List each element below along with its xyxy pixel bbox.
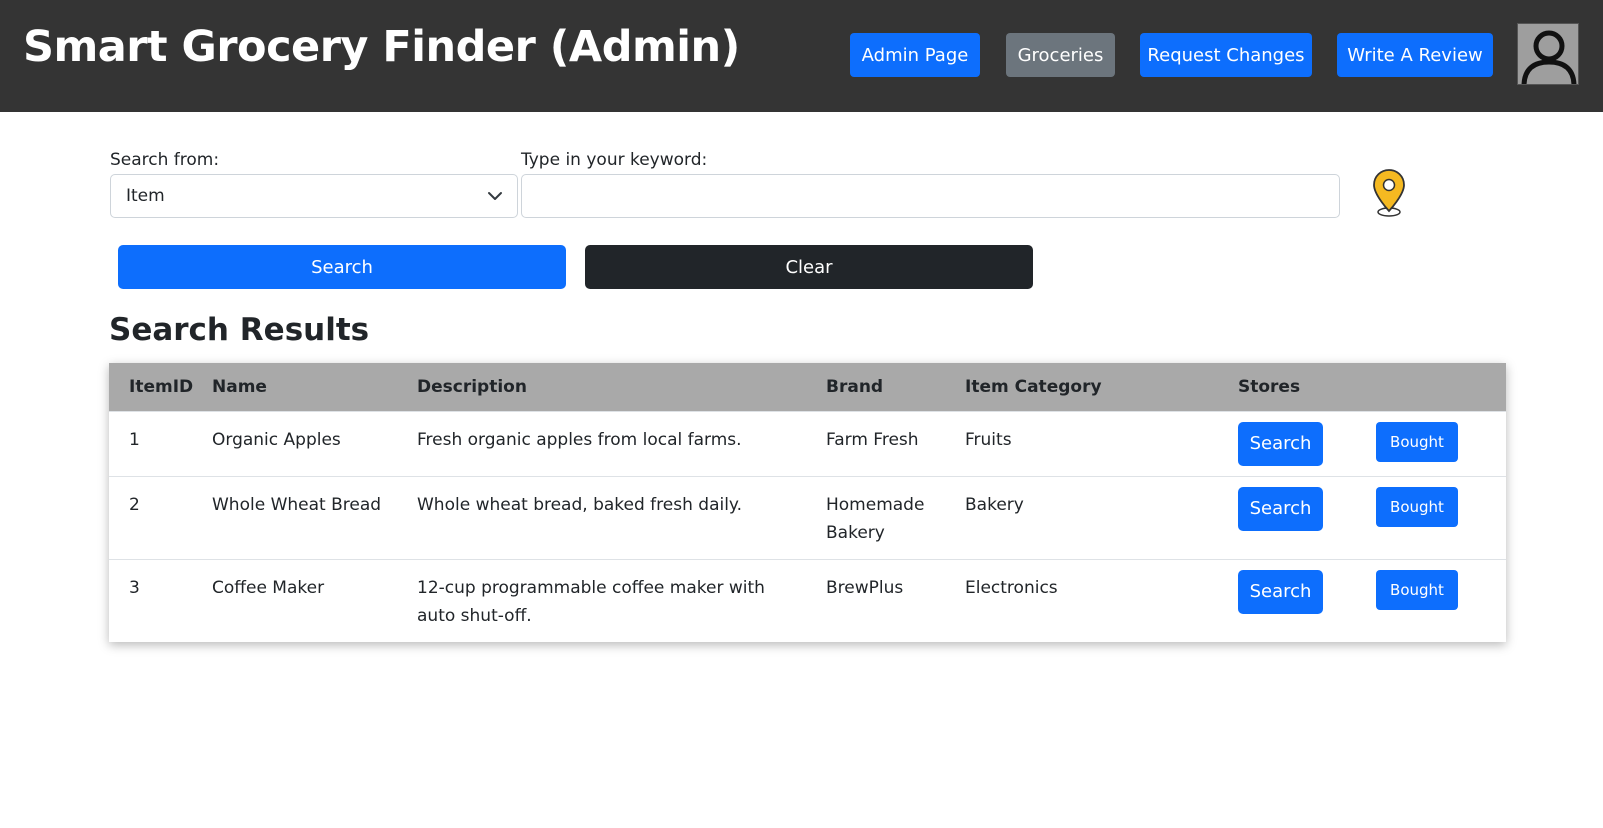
cell-actions: Bought: [1356, 475, 1506, 559]
results-table: ItemID Name Description Brand Item Categ…: [109, 363, 1506, 642]
row-search-button[interactable]: Search: [1238, 569, 1323, 614]
cell-name: Organic Apples: [192, 410, 397, 476]
keyword-input[interactable]: [521, 174, 1340, 218]
top-navbar: Smart Grocery Finder (Admin) Admin Page …: [0, 0, 1603, 112]
keyword-label: Type in your keyword:: [521, 150, 708, 170]
groceries-button[interactable]: Groceries: [1006, 33, 1115, 77]
cell-actions: Bought: [1356, 558, 1506, 642]
cell-itemid: 2: [109, 475, 192, 559]
table-row: 1 Organic Apples Fresh organic apples fr…: [109, 410, 1506, 476]
cell-brand: Homemade Bakery: [806, 475, 945, 559]
row-search-button[interactable]: Search: [1238, 421, 1323, 466]
results-title: Search Results: [109, 312, 370, 348]
admin-page-button[interactable]: Admin Page: [850, 33, 980, 77]
cell-category: Electronics: [945, 558, 1218, 642]
cell-itemid: 3: [109, 558, 192, 642]
table-row: 2 Whole Wheat Bread Whole wheat bread, b…: [109, 475, 1506, 559]
chevron-down-icon: [488, 192, 502, 200]
search-button[interactable]: Search: [118, 245, 566, 289]
column-header-name: Name: [212, 376, 267, 397]
cell-stores: Search: [1218, 475, 1356, 559]
cell-itemid: 1: [109, 410, 192, 476]
column-header-brand: Brand: [826, 376, 884, 397]
location-pin-icon[interactable]: [1371, 168, 1407, 218]
user-avatar-icon[interactable]: [1517, 23, 1579, 85]
search-from-value: Item: [126, 186, 165, 206]
app-title: Smart Grocery Finder (Admin): [23, 22, 740, 72]
column-header-itemid: ItemID: [129, 376, 194, 397]
table-row: 3 Coffee Maker 12-cup programmable coffe…: [109, 558, 1506, 642]
search-from-label: Search from:: [110, 150, 220, 170]
search-from-select[interactable]: Item: [110, 174, 518, 218]
column-header-actions: [1356, 363, 1506, 411]
cell-name: Coffee Maker: [192, 558, 397, 642]
clear-button[interactable]: Clear: [585, 245, 1033, 289]
cell-category: Bakery: [945, 475, 1218, 559]
cell-category: Fruits: [945, 410, 1218, 476]
request-changes-button[interactable]: Request Changes: [1140, 33, 1312, 77]
row-bought-button[interactable]: Bought: [1376, 569, 1458, 610]
cell-brand: Farm Fresh: [806, 410, 945, 476]
cell-brand: BrewPlus: [806, 558, 945, 642]
row-bought-button[interactable]: Bought: [1376, 421, 1458, 462]
row-search-button[interactable]: Search: [1238, 486, 1323, 531]
cell-actions: Bought: [1356, 410, 1506, 476]
row-bought-button[interactable]: Bought: [1376, 486, 1458, 527]
results-table-container: ItemID Name Description Brand Item Categ…: [109, 363, 1506, 642]
cell-description: Fresh organic apples from local farms.: [397, 410, 806, 476]
column-header-stores: Stores: [1238, 376, 1301, 397]
cell-description: Whole wheat bread, baked fresh daily.: [397, 475, 806, 559]
cell-stores: Search: [1218, 558, 1356, 642]
write-review-button[interactable]: Write A Review: [1337, 33, 1493, 77]
cell-name: Whole Wheat Bread: [192, 475, 397, 559]
column-header-category: Item Category: [965, 376, 1102, 397]
cell-stores: Search: [1218, 410, 1356, 476]
cell-description: 12-cup programmable coffee maker with au…: [397, 558, 806, 642]
table-header-row: ItemID Name Description Brand Item Categ…: [109, 363, 1506, 411]
column-header-description: Description: [417, 376, 527, 397]
